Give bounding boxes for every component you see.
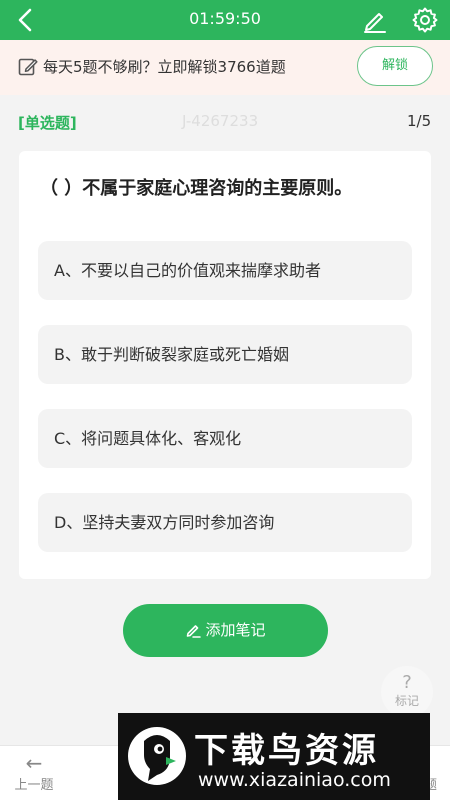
gear-icon[interactable]	[411, 6, 439, 34]
mark-button[interactable]: ? 标记	[381, 666, 433, 718]
pencil-icon	[187, 625, 202, 638]
arrow-left-icon: ←	[25, 751, 43, 775]
watermark-title: 下载鸟资源	[194, 731, 379, 771]
mark-label: 标记	[394, 694, 419, 708]
unlock-promo-banner: 每天5题不够刷？立即解锁3766道题 解锁	[0, 40, 450, 95]
add-note-label: 添加笔记	[205, 621, 266, 639]
bird-logo-icon	[128, 727, 186, 785]
question-progress: 1/5	[407, 112, 432, 130]
question-id: J-4267233	[182, 112, 259, 130]
unlock-button[interactable]: 解锁	[357, 46, 433, 86]
top-bar: 01:59:50	[0, 0, 450, 40]
promo-text: 每天5题不够刷？立即解锁3766道题	[43, 58, 286, 76]
add-note-button[interactable]: 添加笔记	[123, 604, 328, 657]
watermark-url: www.xiazainiao.com	[198, 769, 391, 791]
question-meta-row: [单选题] J-4267233 1/5	[0, 95, 450, 151]
edit-note-icon	[18, 58, 38, 76]
pencil-icon[interactable]	[362, 7, 388, 33]
option-b[interactable]: B、敢于判断破裂家庭或死亡婚姻	[38, 325, 412, 384]
option-a[interactable]: A、不要以自己的价值观来揣摩求助者	[38, 241, 412, 300]
option-c[interactable]: C、将问题具体化、客观化	[38, 409, 412, 468]
question-type-label: [单选题]	[18, 114, 77, 132]
question-mark-icon: ?	[402, 672, 412, 693]
watermark-overlay: 下载鸟资源 www.xiazainiao.com	[118, 713, 430, 800]
previous-question-button[interactable]: ← 上一题	[12, 752, 56, 793]
option-d[interactable]: D、坚持夫妻双方同时参加咨询	[38, 493, 412, 552]
question-text: （ ）不属于家庭心理咨询的主要原则。	[40, 178, 353, 199]
previous-question-label: 上一题	[14, 778, 54, 793]
